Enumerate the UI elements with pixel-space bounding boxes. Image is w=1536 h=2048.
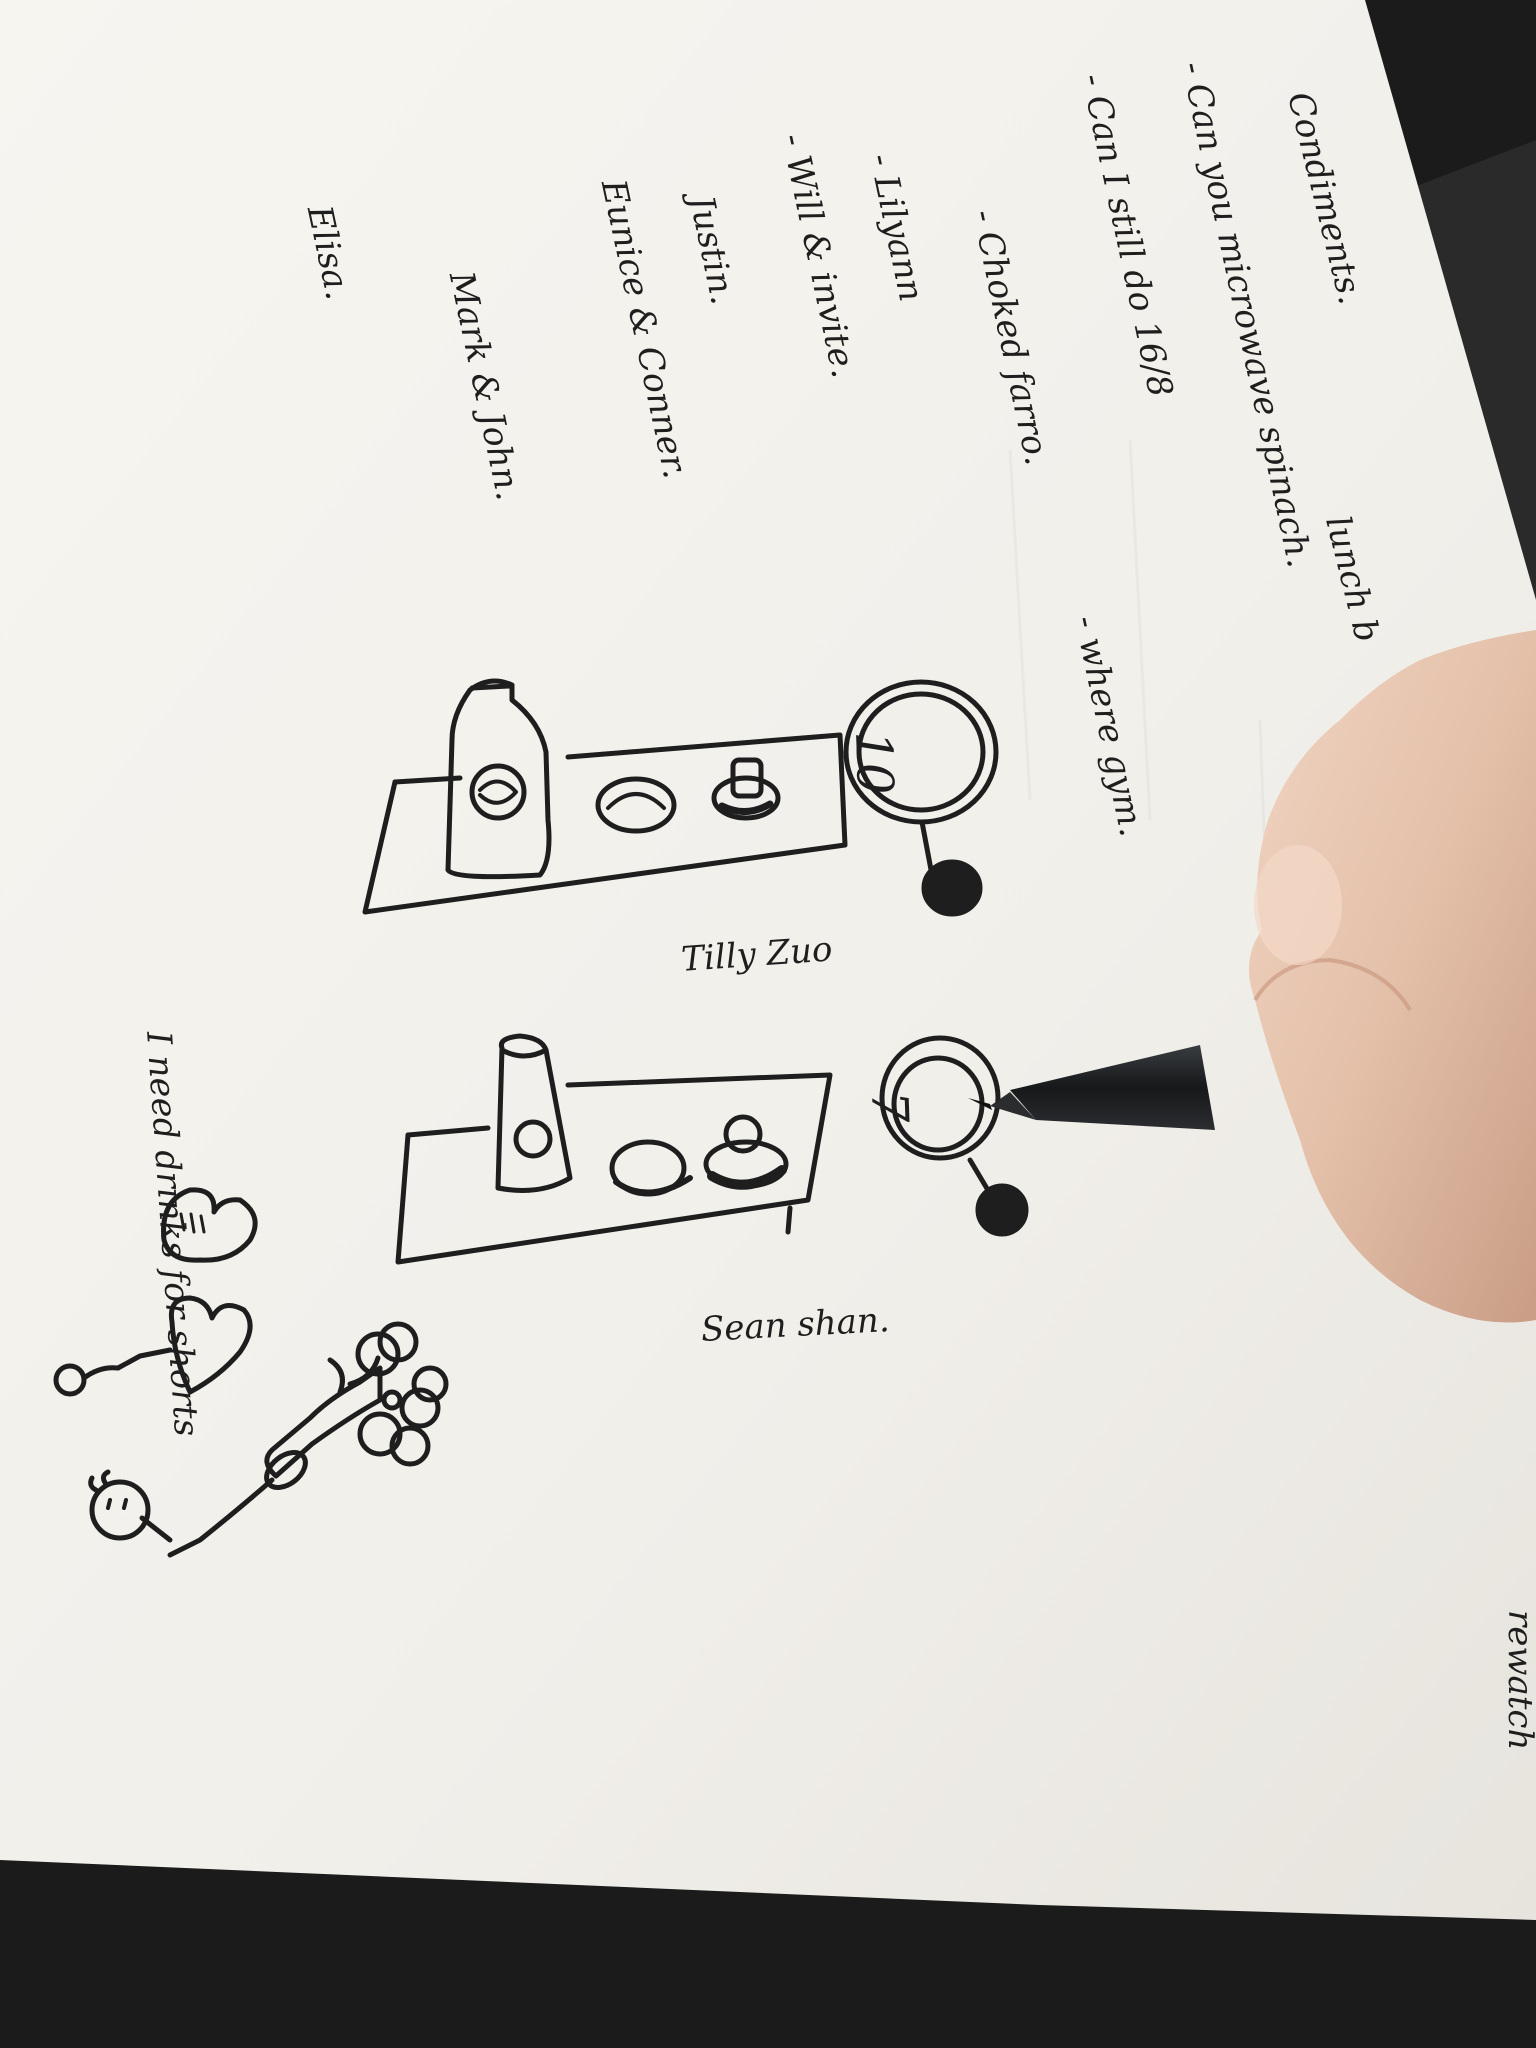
note-rewatch: rewatch: [1500, 1610, 1536, 1751]
photo-scene: [0, 0, 1536, 2048]
sketch-badge-7: 7: [860, 1090, 920, 1124]
sketch-badge-10: 10: [844, 730, 905, 796]
